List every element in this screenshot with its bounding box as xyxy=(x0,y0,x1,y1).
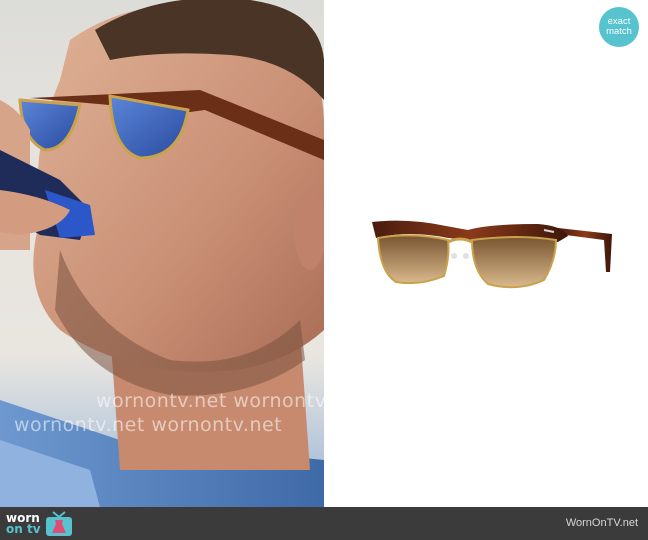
scene-photo: wornontv.net wornontv.net wornontv.net w… xyxy=(0,0,324,507)
tv-dress-icon xyxy=(45,510,72,536)
badge-line-2: match xyxy=(606,26,632,37)
exact-match-badge: exact match xyxy=(599,7,639,47)
sunglasses-product-image xyxy=(372,220,612,289)
logo-line-2: on tv xyxy=(6,521,41,536)
wornontv-logo[interactable]: worn on tv xyxy=(6,510,73,537)
watermark-line-1: wornontv.net wornontv.net xyxy=(96,390,324,412)
watermark-line-2: wornontv.net wornontv.net xyxy=(14,414,283,436)
site-name: WornOnTV.net xyxy=(565,517,638,529)
logo-text: worn on tv xyxy=(6,512,41,536)
footer-bar: worn on tv WornOnTV.net xyxy=(0,507,648,540)
